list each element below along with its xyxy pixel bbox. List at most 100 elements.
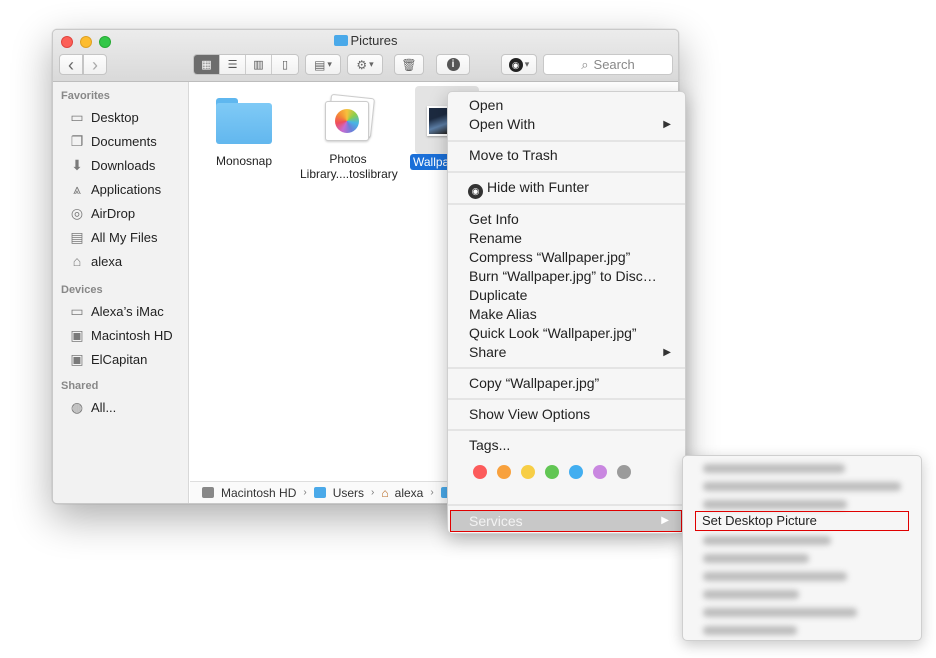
blurred-menu-item[interactable] [703, 482, 901, 491]
menu-item-open[interactable]: Open [448, 96, 685, 115]
blurred-menu-item[interactable] [703, 500, 847, 509]
tag-blue[interactable] [569, 465, 583, 479]
funter-chevron-icon: ▾ [524, 59, 530, 69]
submenu-arrow-icon: ▶ [663, 119, 671, 130]
menu-item-set-desktop-picture[interactable]: Set Desktop Picture [695, 511, 909, 531]
sidebar-section-favorites: Favorites [61, 90, 110, 102]
menu-item-label: Copy “Wallpaper.jpg” [469, 375, 600, 391]
sidebar-item-label: Applications [91, 181, 162, 197]
sidebar-item-imac[interactable]: ▭ Alexa’s iMac [53, 299, 188, 323]
menu-item-duplicate[interactable]: Duplicate [448, 286, 685, 305]
sidebar-item-all-my-files[interactable]: ▤ All My Files [53, 225, 188, 249]
tag-orange[interactable] [497, 465, 511, 479]
airdrop-icon: ◎ [70, 204, 84, 221]
blurred-menu-item[interactable] [703, 590, 799, 599]
funter-eye-icon: ◉ [508, 57, 523, 72]
forward-button[interactable]: › [83, 54, 107, 75]
sidebar-item-macintosh-hd[interactable]: ▣ Macintosh HD [53, 323, 188, 347]
selected-file-name[interactable]: Wallpa [410, 154, 453, 170]
menu-separator [448, 429, 685, 431]
users-folder-icon [313, 487, 326, 498]
menu-item-hide-with-funter[interactable]: ◉ Hide with Funter [448, 178, 685, 199]
menu-item-rename[interactable]: Rename [448, 229, 685, 248]
menu-item-label: Rename [469, 230, 522, 246]
list-view-button[interactable]: ☰ [220, 55, 246, 74]
menu-item-label: Open With [469, 116, 536, 132]
arrange-button[interactable]: ▤ ▾ [305, 54, 341, 75]
arrange-icon: ▤ [314, 57, 326, 72]
forward-icon: › [92, 54, 98, 75]
sidebar-item-desktop[interactable]: ▭ Desktop [53, 105, 188, 129]
path-item[interactable]: alexa [395, 486, 424, 500]
menu-item-show-view-options[interactable]: Show View Options [448, 405, 685, 424]
back-button[interactable]: ‹ [59, 54, 83, 75]
menu-separator [448, 171, 685, 173]
menu-item-compress[interactable]: Compress “Wallpaper.jpg” [448, 248, 685, 267]
menu-item-label: Burn “Wallpaper.jpg” to Disc… [469, 268, 657, 284]
sidebar-section-devices: Devices [61, 284, 103, 296]
imac-icon: ▭ [70, 302, 84, 319]
cover-flow-icon: ▯ [281, 59, 289, 71]
tag-red[interactable] [473, 465, 487, 479]
blurred-menu-item[interactable] [703, 572, 847, 581]
sidebar-item-elcapitan[interactable]: ▣ ElCapitan [53, 347, 188, 371]
action-button[interactable]: ⚙ ▾ [347, 54, 383, 75]
services-submenu: Set Desktop Picture [682, 455, 922, 641]
sidebar-item-applications[interactable]: ⩓ Applications [53, 177, 188, 201]
tag-purple[interactable] [593, 465, 607, 479]
sidebar-item-label: AirDrop [91, 205, 136, 221]
menu-item-share[interactable]: Share ▶ [448, 343, 685, 362]
funter-eye-icon: ◉ [468, 184, 483, 199]
sidebar-item-airdrop[interactable]: ◎ AirDrop [53, 201, 188, 225]
network-icon: ◍ [70, 398, 84, 415]
sidebar-item-downloads[interactable]: ⬇ Downloads [53, 153, 188, 177]
blurred-menu-item[interactable] [703, 554, 809, 563]
sidebar-item-label: All My Files [91, 229, 158, 245]
path-item[interactable]: Macintosh HD [221, 486, 296, 500]
menu-item-label: Duplicate [469, 287, 528, 303]
cover-flow-button[interactable]: ▯ [272, 55, 298, 74]
blurred-menu-item[interactable] [703, 626, 797, 635]
file-name: Monosnap [215, 154, 273, 168]
funter-button[interactable]: ◉ ▾ [501, 54, 537, 75]
tag-yellow[interactable] [521, 465, 535, 479]
disk-icon: ▣ [70, 350, 84, 367]
all-files-icon: ▤ [70, 228, 84, 245]
home-icon: ⌂ [381, 485, 389, 500]
menu-item-tags[interactable]: Tags... [448, 436, 685, 455]
tag-gray[interactable] [617, 465, 631, 479]
get-info-button[interactable]: i [436, 54, 470, 75]
sidebar-item-label: Desktop [91, 109, 139, 125]
file-item-monosnap[interactable]: Monosnap [196, 92, 292, 169]
menu-item-label: Share [469, 344, 507, 360]
titlebar: Pictures ‹ › ▦ ☰ ▥ ▯ ▤ ▾ ⚙ ▾ 🗑 i ◉ ▾ ⌕ Searc… [53, 30, 678, 82]
menu-item-open-with[interactable]: Open With ▶ [448, 115, 685, 134]
sidebar-item-label: All... [91, 399, 117, 415]
file-item-photos-library[interactable]: Photos Library....toslibrary [300, 92, 398, 182]
blurred-menu-item[interactable] [703, 464, 845, 473]
column-view-button[interactable]: ▥ [246, 55, 272, 74]
submenu-arrow-icon: ▶ [661, 515, 669, 526]
menu-item-copy[interactable]: Copy “Wallpaper.jpg” [448, 374, 685, 393]
search-field[interactable]: ⌕ Search [543, 54, 673, 75]
icon-view-button[interactable]: ▦ [194, 55, 220, 74]
trash-button[interactable]: 🗑 [394, 54, 424, 75]
blurred-menu-item[interactable] [703, 608, 857, 617]
file-name-line1: Photos [329, 152, 367, 166]
trash-icon: 🗑 [401, 57, 417, 72]
menu-item-services[interactable]: Services ▶ [450, 510, 682, 532]
menu-item-burn[interactable]: Burn “Wallpaper.jpg” to Disc… [448, 267, 685, 286]
file-name-line2: Library....toslibrary [300, 167, 398, 181]
menu-item-move-to-trash[interactable]: Move to Trash [448, 146, 685, 165]
menu-item-quick-look[interactable]: Quick Look “Wallpaper.jpg” [448, 324, 685, 343]
file-name: Photos Library....toslibrary [300, 152, 398, 182]
sidebar-item-alexa[interactable]: ⌂ alexa [53, 249, 188, 273]
sidebar-item-all-shared[interactable]: ◍ All... [53, 395, 188, 419]
menu-item-get-info[interactable]: Get Info [448, 210, 685, 229]
tag-green[interactable] [545, 465, 559, 479]
blurred-menu-item[interactable] [703, 536, 831, 545]
sidebar-item-label: Documents [91, 133, 157, 149]
path-item[interactable]: Users [333, 486, 364, 500]
menu-item-make-alias[interactable]: Make Alias [448, 305, 685, 324]
sidebar-item-documents[interactable]: ❐ Documents [53, 129, 188, 153]
